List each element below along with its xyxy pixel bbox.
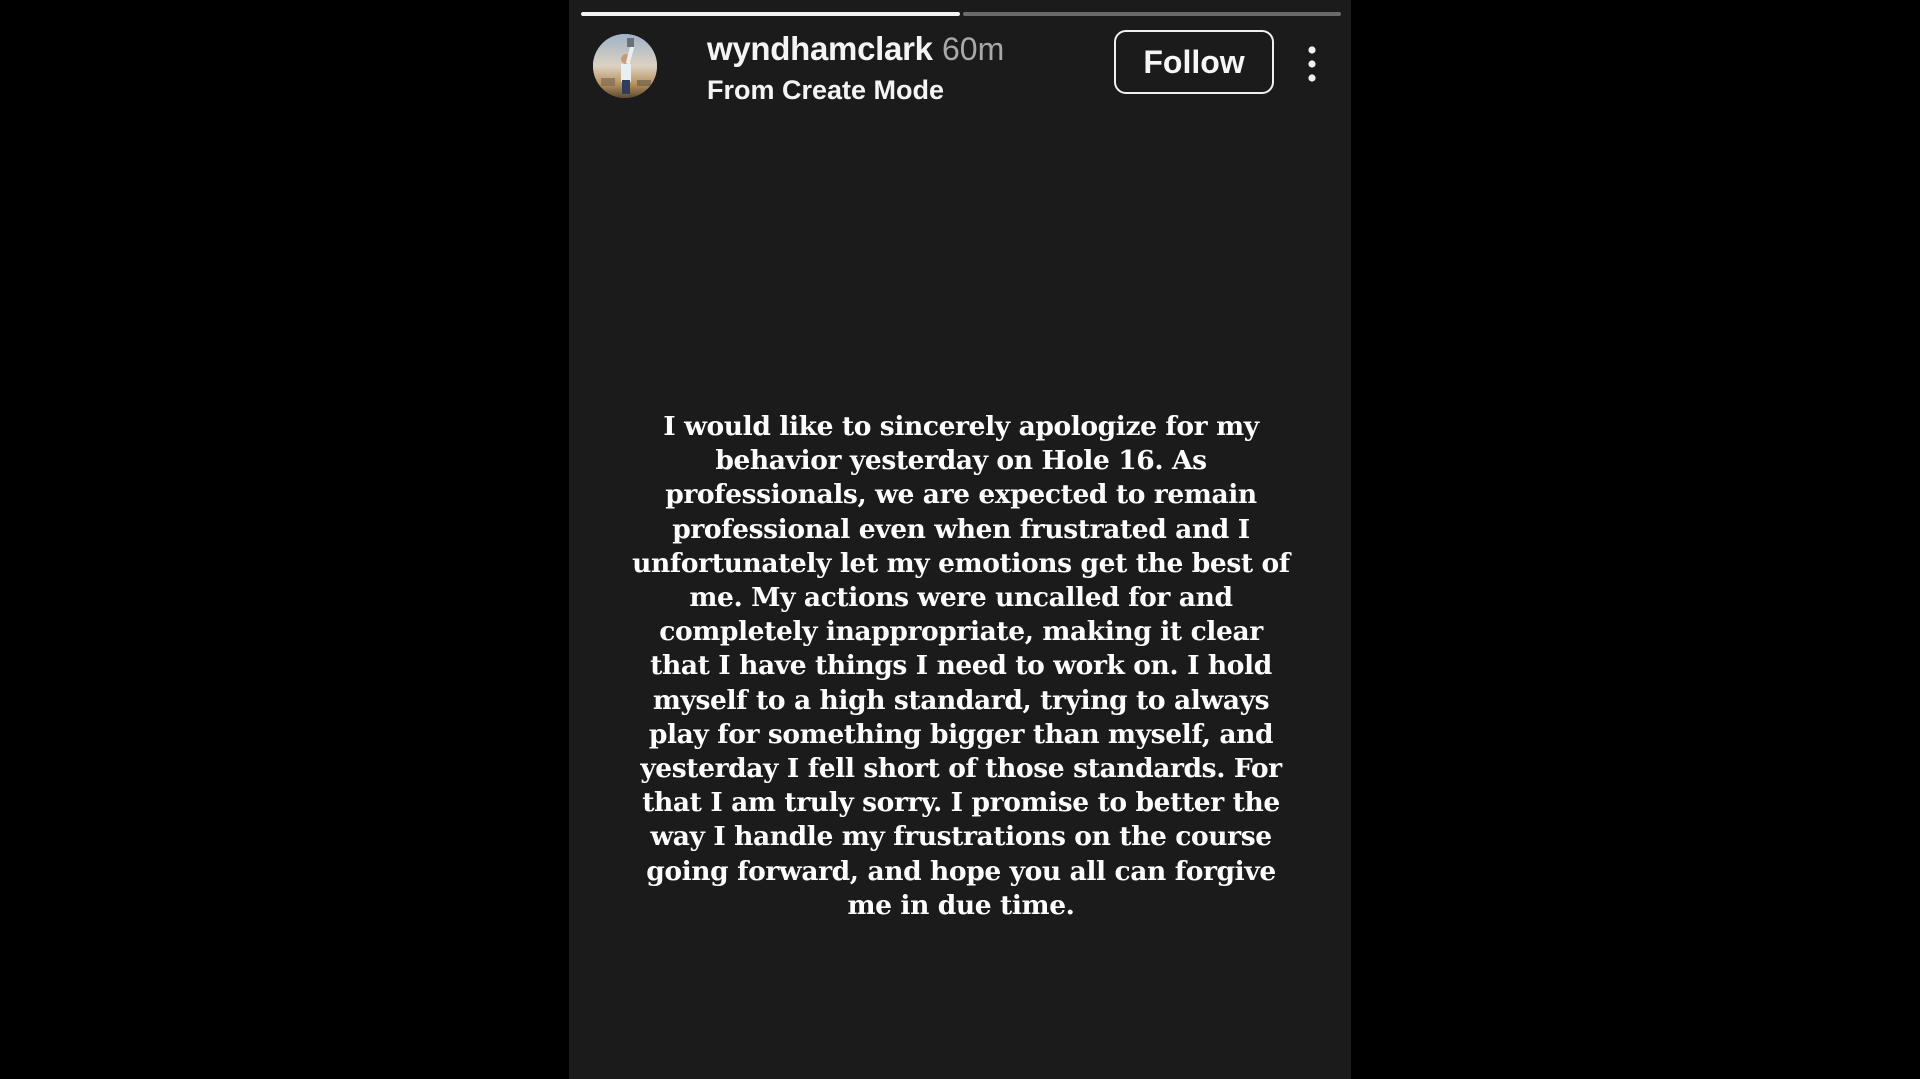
progress-segment-2 <box>962 12 1341 16</box>
username[interactable]: wyndhamclark <box>707 30 933 68</box>
story-progress-bar <box>581 12 1341 16</box>
story-text: I would like to sincerely apologize for … <box>632 411 1290 921</box>
vertical-ellipsis-icon <box>1308 46 1316 82</box>
post-time: 60m <box>942 31 1005 67</box>
story-viewer[interactable]: wyndhamclark 60m From Create Mode Follow… <box>569 0 1351 1079</box>
story-header: wyndhamclark 60m From Create Mode Follow <box>593 30 1333 106</box>
progress-segment-1-fill <box>581 12 960 16</box>
follow-button[interactable]: Follow <box>1114 30 1274 94</box>
more-options-button[interactable] <box>1293 42 1331 86</box>
story-source-label[interactable]: From Create Mode <box>707 74 944 106</box>
progress-segment-1 <box>581 12 960 16</box>
screen: wyndhamclark 60m From Create Mode Follow… <box>0 0 1920 1079</box>
profile-avatar[interactable] <box>593 34 657 98</box>
avatar-image-icon <box>593 34 657 98</box>
